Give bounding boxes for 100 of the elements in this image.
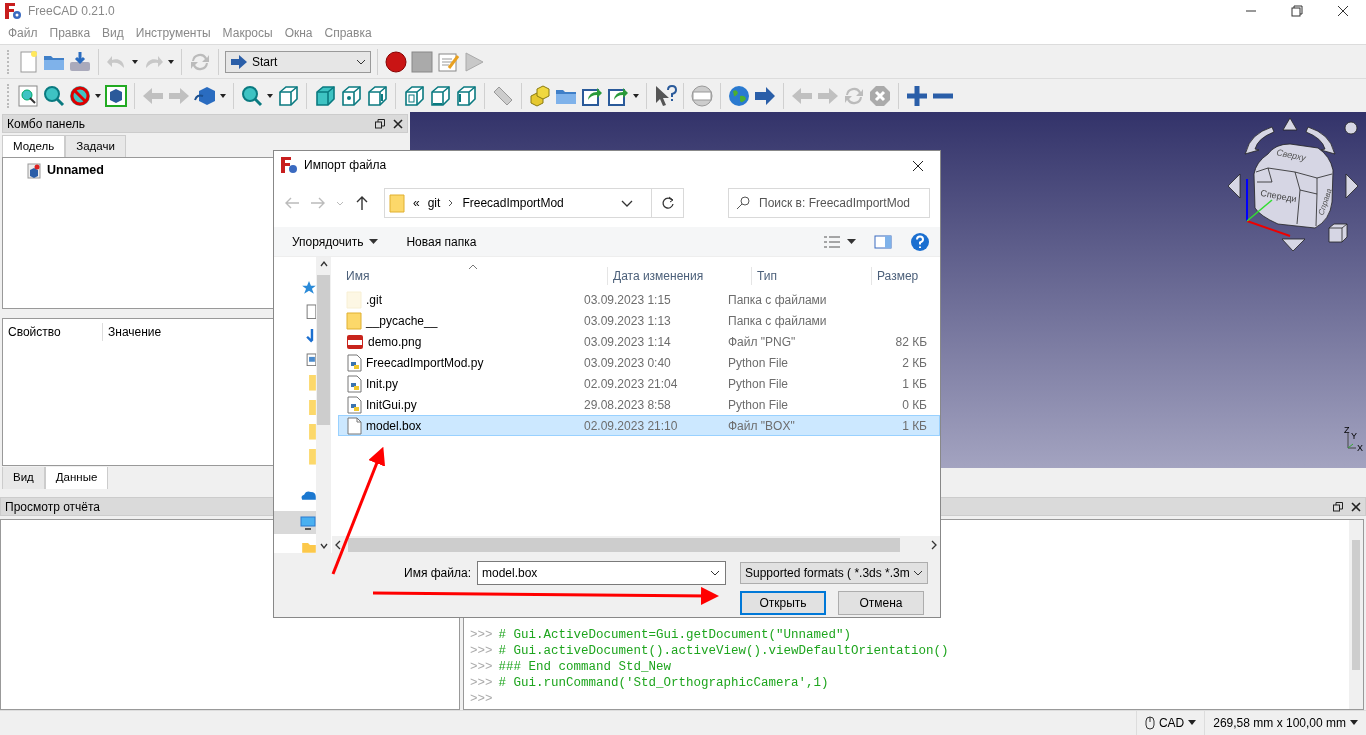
navigation-cube-drawing[interactable] xyxy=(1227,117,1359,252)
axis-icon xyxy=(1347,432,1357,449)
axis-label: X xyxy=(1357,443,1363,453)
dimensions-selector[interactable]: 269,58 mm x 100,00 mm xyxy=(1204,710,1366,735)
menu-item[interactable]: Макросы xyxy=(216,24,279,42)
parts-icon[interactable] xyxy=(528,83,552,108)
rear-view-icon[interactable] xyxy=(402,83,426,108)
console-line: # Gui.ActiveDocument=Gui.getDocument("Unnamed") xyxy=(498,627,852,643)
cube-face-label: Сверху xyxy=(1275,147,1307,164)
save-icon[interactable] xyxy=(68,49,92,74)
axis-label: Y xyxy=(1351,431,1357,441)
document-icon xyxy=(27,162,41,179)
chevron-icon xyxy=(356,57,366,66)
file-row[interactable]: .git 03.09.2023 1:15 Папка с файлами xyxy=(338,289,940,310)
zoom-icon[interactable] xyxy=(240,83,264,108)
command-button[interactable]: Упорядочить xyxy=(292,232,379,251)
tab[interactable]: Данные xyxy=(44,467,109,489)
no-sign-icon[interactable] xyxy=(68,83,92,108)
search-field[interactable]: Поиск в: FreecadImportMod xyxy=(728,188,930,218)
tab[interactable]: Модель xyxy=(2,135,66,158)
front-view-icon[interactable] xyxy=(313,83,337,108)
column-header: Свойство xyxy=(3,323,103,342)
top-view-icon[interactable] xyxy=(339,83,363,108)
file-row[interactable]: InitGui.py 29.08.2023 8:58 Python File 0 КБ xyxy=(338,394,940,415)
refresh-icon[interactable] xyxy=(660,196,675,210)
console-line: ### End command Std_New xyxy=(498,659,672,675)
caret-icon[interactable] xyxy=(847,238,856,245)
column-header[interactable]: Размер xyxy=(877,267,919,285)
path-overflow[interactable]: « xyxy=(413,194,420,212)
folder-icon xyxy=(346,311,362,330)
python-file-icon xyxy=(346,353,362,372)
selection-box-icon[interactable] xyxy=(104,83,128,108)
column-header[interactable]: Тип xyxy=(757,267,777,285)
star-icon[interactable] xyxy=(302,281,316,295)
chevron-icon[interactable] xyxy=(621,199,633,208)
close-icon xyxy=(1337,5,1349,17)
right-view-icon[interactable] xyxy=(365,83,389,108)
console-prompt: >>> xyxy=(470,691,493,707)
file-row[interactable]: __pycache__ 03.09.2023 1:13 Папка с файлами xyxy=(338,310,940,331)
globe-icon[interactable] xyxy=(727,83,751,108)
column-header[interactable]: Дата изменения xyxy=(613,267,704,285)
cube-icon[interactable] xyxy=(276,83,300,108)
scrollbar-thumb[interactable] xyxy=(348,537,900,552)
close-icon[interactable] xyxy=(1351,501,1361,512)
menu-item[interactable]: Вид xyxy=(96,24,130,42)
dialog-title: Импорт файла xyxy=(304,157,387,174)
axis-label: Z xyxy=(1344,425,1350,435)
bottom-view-icon[interactable] xyxy=(428,83,452,108)
file-row[interactable]: demo.png 03.09.2023 1:14 Файл "PNG" 82 КБ xyxy=(338,331,940,352)
address-bar[interactable]: « git FreecadImportMod xyxy=(384,188,684,218)
help-cursor-icon[interactable] xyxy=(653,83,677,108)
download-icon[interactable] xyxy=(306,328,316,344)
fit-all-icon[interactable] xyxy=(16,83,40,108)
tree-item[interactable]: Unnamed xyxy=(47,161,104,180)
close-icon[interactable] xyxy=(393,118,403,129)
scrollbar-thumb[interactable] xyxy=(1352,540,1360,670)
zoom-icon[interactable] xyxy=(42,83,66,108)
file-row[interactable]: model.box 02.09.2023 21:10 Файл "BOX" 1 КБ xyxy=(338,415,940,436)
left-view-icon[interactable] xyxy=(454,83,478,108)
disc-icon[interactable] xyxy=(690,83,714,108)
help-icon[interactable] xyxy=(910,231,930,252)
float-icon[interactable] xyxy=(1333,501,1343,512)
cloud-icon[interactable] xyxy=(300,490,316,500)
image-file-icon xyxy=(346,333,364,350)
menu-item[interactable]: Инструменты xyxy=(129,24,217,42)
file-row[interactable]: FreecadImportMod.py 03.09.2023 0:40 Python File 2 КБ xyxy=(338,352,940,373)
float-icon[interactable] xyxy=(375,118,385,129)
image-icon[interactable] xyxy=(306,352,316,367)
up-arrow-icon[interactable] xyxy=(354,195,370,211)
navigation-style-selector[interactable]: CAD xyxy=(1135,710,1205,735)
menu-item[interactable]: Справка xyxy=(318,24,378,42)
file-row[interactable]: Init.py 02.09.2023 21:04 Python File 1 КБ xyxy=(338,373,940,394)
mouse-icon xyxy=(1144,716,1155,730)
column-header: Значение xyxy=(107,324,163,342)
column-header[interactable]: Имя xyxy=(346,267,370,285)
command-button[interactable]: Новая папка xyxy=(406,232,477,251)
cancel-button[interactable]: Отмена xyxy=(838,591,924,615)
menu-item[interactable]: Правка xyxy=(43,24,97,42)
scrollbar-thumb[interactable] xyxy=(317,275,330,425)
record-icon[interactable] xyxy=(384,49,408,74)
view-options-icon[interactable] xyxy=(823,234,841,249)
menu-item[interactable]: Окна xyxy=(278,24,319,42)
open-button[interactable]: Открыть xyxy=(740,591,826,615)
breadcrumb-item[interactable]: FreecadImportMod xyxy=(462,194,564,212)
cube-face-label: Спереди xyxy=(1259,188,1298,205)
folder-icon xyxy=(389,193,405,213)
window-title: FreeCAD 0.21.0 xyxy=(28,3,115,20)
app-logo-icon xyxy=(280,156,298,174)
breadcrumb-item[interactable]: git xyxy=(427,194,441,212)
close-icon xyxy=(912,159,924,172)
tab[interactable]: Вид xyxy=(2,467,45,489)
file-type-select[interactable]: Supported formats ( *.3ds *.3m xyxy=(740,562,928,584)
workbench-select[interactable]: Start xyxy=(225,50,371,73)
stop-octagon-icon[interactable] xyxy=(868,83,892,108)
tab[interactable]: Задачи xyxy=(65,135,126,158)
menu-item[interactable]: Файл xyxy=(2,24,44,42)
sort-icon[interactable] xyxy=(468,263,478,270)
chevron-icon xyxy=(448,198,455,208)
file-name-field[interactable]: model.box xyxy=(477,561,726,585)
plus-icon[interactable] xyxy=(905,83,929,108)
